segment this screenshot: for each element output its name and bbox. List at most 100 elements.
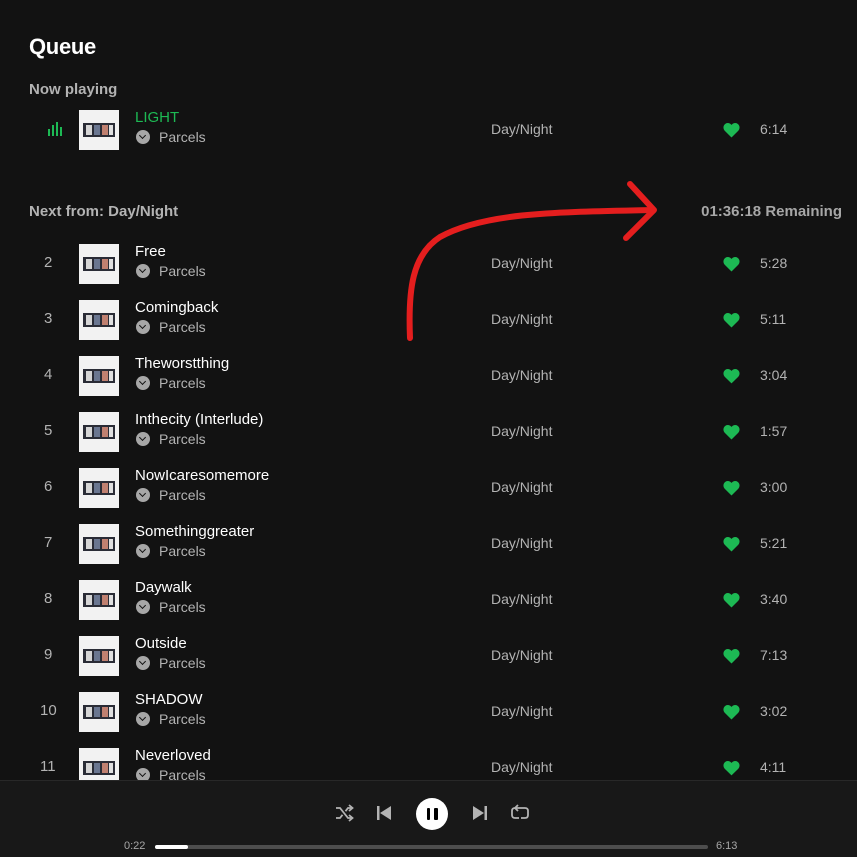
liked-heart-icon[interactable] <box>723 648 740 664</box>
album-art[interactable] <box>79 110 119 150</box>
queue-list: 2 Free Parcels Day/Night 5:28 3 Comingback Parc… <box>0 236 857 780</box>
album-art[interactable] <box>79 636 119 676</box>
track-album[interactable]: Day/Night <box>491 647 552 663</box>
track-album[interactable]: Day/Night <box>491 255 552 271</box>
liked-heart-icon[interactable] <box>723 704 740 720</box>
track-album[interactable]: Day/Night <box>491 759 552 775</box>
now-playing-label: Now playing <box>29 81 118 98</box>
track-artist[interactable]: Parcels <box>159 655 206 671</box>
album-art[interactable] <box>79 524 119 564</box>
track-album[interactable]: Day/Night <box>491 479 552 495</box>
track-artist[interactable]: Parcels <box>159 263 206 279</box>
queue-row[interactable]: 6 NowIcaresomemore Parcels Day/Night 3:00 <box>0 460 857 516</box>
track-artist[interactable]: Parcels <box>159 129 206 145</box>
queue-row[interactable]: 11 Neverloved Parcels Day/Night 4:11 <box>0 740 857 780</box>
downloaded-icon <box>136 432 150 446</box>
downloaded-icon <box>136 544 150 558</box>
downloaded-icon <box>136 488 150 502</box>
liked-heart-icon[interactable] <box>723 480 740 496</box>
track-duration: 4:11 <box>760 759 787 775</box>
album-art[interactable] <box>79 748 119 780</box>
track-artist[interactable]: Parcels <box>159 767 206 780</box>
queue-row[interactable]: 3 Comingback Parcels Day/Night 5:11 <box>0 292 857 348</box>
downloaded-icon <box>136 376 150 390</box>
track-artist[interactable]: Parcels <box>159 599 206 615</box>
liked-heart-icon[interactable] <box>723 760 740 776</box>
track-index: 11 <box>40 758 56 775</box>
liked-heart-icon[interactable] <box>723 424 740 440</box>
repeat-icon[interactable] <box>510 803 530 823</box>
album-art[interactable] <box>79 468 119 508</box>
track-album[interactable]: Day/Night <box>491 367 552 383</box>
track-title[interactable]: Somethinggreater <box>135 523 254 540</box>
track-index: 10 <box>40 702 57 719</box>
queue-row[interactable]: 10 SHADOW Parcels Day/Night 3:02 <box>0 684 857 740</box>
track-artist[interactable]: Parcels <box>159 431 206 447</box>
album-art[interactable] <box>79 356 119 396</box>
track-album[interactable]: Day/Night <box>491 703 552 719</box>
track-album[interactable]: Day/Night <box>491 311 552 327</box>
track-index: 3 <box>44 310 53 327</box>
next-from-label: Next from: Day/Night <box>29 203 179 220</box>
track-artist[interactable]: Parcels <box>159 543 206 559</box>
track-duration: 7:13 <box>760 647 788 663</box>
track-title[interactable]: Free <box>135 243 166 260</box>
queue-row[interactable]: 2 Free Parcels Day/Night 5:28 <box>0 236 857 292</box>
track-title[interactable]: NowIcaresomemore <box>135 467 269 484</box>
queue-row[interactable]: 9 Outside Parcels Day/Night 7:13 <box>0 628 857 684</box>
previous-icon[interactable] <box>374 803 394 823</box>
track-duration: 3:02 <box>760 703 788 719</box>
player-bar: 0:22 6:13 <box>0 780 857 857</box>
track-duration: 6:14 <box>760 121 788 137</box>
track-duration: 5:28 <box>760 255 788 271</box>
track-index: 8 <box>44 590 53 607</box>
track-artist[interactable]: Parcels <box>159 711 206 727</box>
album-art[interactable] <box>79 412 119 452</box>
liked-heart-icon[interactable] <box>723 312 740 328</box>
track-artist[interactable]: Parcels <box>159 319 206 335</box>
track-album[interactable]: Day/Night <box>491 121 552 137</box>
next-icon[interactable] <box>470 803 490 823</box>
album-art[interactable] <box>79 300 119 340</box>
track-index: 9 <box>44 646 53 663</box>
track-duration: 3:00 <box>760 479 788 495</box>
liked-heart-icon[interactable] <box>723 592 740 608</box>
track-title[interactable]: Inthecity (Interlude) <box>135 411 263 428</box>
liked-heart-icon[interactable] <box>723 256 740 272</box>
total-time: 6:13 <box>716 840 738 852</box>
now-playing-row[interactable]: LIGHT Parcels Day/Night 6:14 <box>0 102 857 158</box>
liked-heart-icon[interactable] <box>723 536 740 552</box>
pause-icon <box>426 808 430 820</box>
track-index: 5 <box>44 422 53 439</box>
track-duration: 5:21 <box>760 535 788 551</box>
track-artist[interactable]: Parcels <box>159 375 206 391</box>
track-title[interactable]: Comingback <box>135 299 218 316</box>
album-art[interactable] <box>79 692 119 732</box>
queue-row[interactable]: 7 Somethinggreater Parcels Day/Night 5:21 <box>0 516 857 572</box>
track-duration: 3:04 <box>760 367 788 383</box>
track-album[interactable]: Day/Night <box>491 535 552 551</box>
track-title[interactable]: Daywalk <box>135 579 192 596</box>
queue-row[interactable]: 4 Theworstthing Parcels Day/Night 3:04 <box>0 348 857 404</box>
track-artist[interactable]: Parcels <box>159 487 206 503</box>
liked-heart-icon[interactable] <box>723 122 740 138</box>
track-title[interactable]: Outside <box>135 635 187 652</box>
album-art[interactable] <box>79 580 119 620</box>
track-title[interactable]: SHADOW <box>135 691 203 708</box>
progress-bar[interactable] <box>155 845 708 849</box>
shuffle-icon[interactable] <box>334 803 354 823</box>
track-title[interactable]: Theworstthing <box>135 355 229 372</box>
track-album[interactable]: Day/Night <box>491 591 552 607</box>
queue-row[interactable]: 8 Daywalk Parcels Day/Night 3:40 <box>0 572 857 628</box>
liked-heart-icon[interactable] <box>723 368 740 384</box>
track-index: 6 <box>44 478 53 495</box>
album-art[interactable] <box>79 244 119 284</box>
queue-page-title: Queue <box>29 34 96 59</box>
track-title[interactable]: LIGHT <box>135 109 179 126</box>
track-duration: 1:57 <box>760 423 788 439</box>
track-title[interactable]: Neverloved <box>135 747 211 764</box>
track-index: 7 <box>44 534 53 551</box>
pause-button[interactable] <box>416 798 448 830</box>
queue-row[interactable]: 5 Inthecity (Interlude) Parcels Day/Night 1:… <box>0 404 857 460</box>
track-album[interactable]: Day/Night <box>491 423 552 439</box>
